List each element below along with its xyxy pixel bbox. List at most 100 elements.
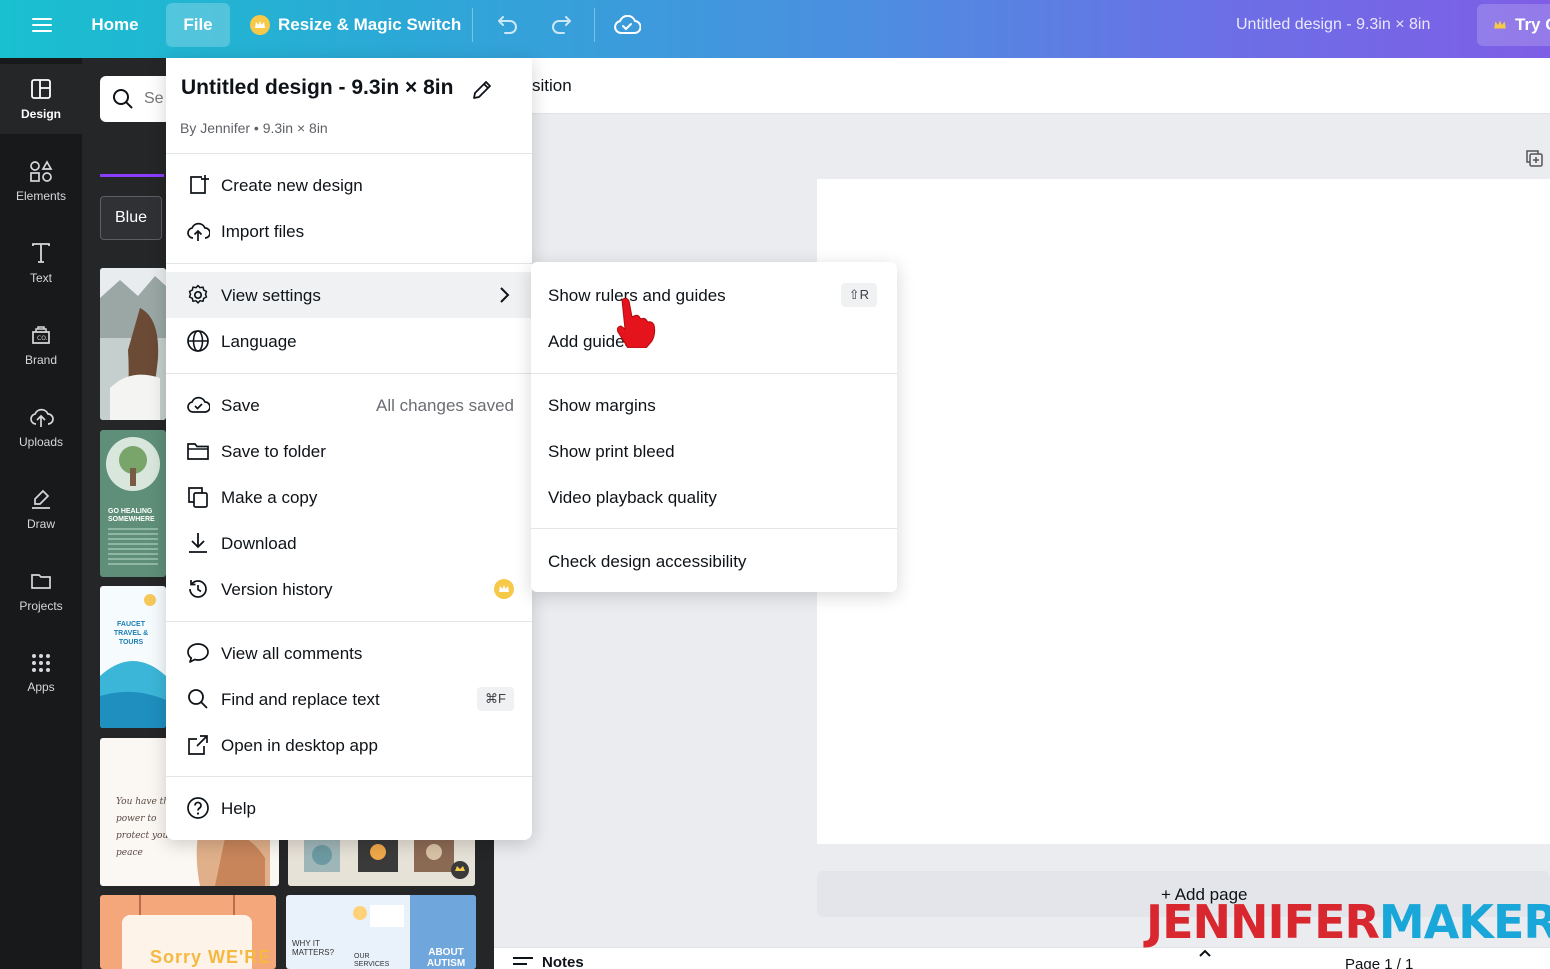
- create-design-icon: [190, 175, 209, 194]
- menu-item-label: View all comments: [221, 644, 363, 663]
- active-tab-indicator: [100, 174, 164, 177]
- menu-item-show-margins[interactable]: Show margins: [531, 382, 897, 428]
- divider: [531, 528, 897, 529]
- search-icon: [113, 89, 133, 109]
- menu-item-check-design-accessibility[interactable]: Check design accessibility: [531, 538, 897, 584]
- cloud-check-icon: [187, 396, 210, 413]
- menu-item-label: Import files: [221, 222, 305, 241]
- rail-brand[interactable]: CO. Brand: [0, 310, 82, 380]
- filter-chip-blue[interactable]: Blue: [100, 196, 162, 240]
- document-title[interactable]: Untitled design - 9.3in × 8in: [1236, 0, 1430, 50]
- menu-item-version-history[interactable]: Version history: [166, 566, 532, 612]
- template-preview-image: [106, 437, 160, 491]
- menu-doc-subtitle: By Jennifer • 9.3in × 8in: [180, 120, 328, 136]
- search-icon: [188, 689, 208, 709]
- home-button[interactable]: Home: [80, 0, 150, 50]
- rail-label: Elements: [15, 189, 67, 203]
- template-heading: ABOUT AUTISM: [426, 947, 466, 969]
- menu-item-label: Show margins: [548, 396, 656, 415]
- menu-item-label: Check design accessibility: [548, 552, 747, 571]
- menu-item-help[interactable]: Help: [166, 785, 532, 831]
- jennifermaker-logo: JENNIFERMAKER: [1146, 898, 1550, 946]
- rail-label: Projects: [19, 599, 63, 613]
- menu-item-save-to-folder[interactable]: Save to folder: [166, 428, 532, 474]
- rail-label: Apps: [27, 680, 55, 694]
- duplicate-page-icon[interactable]: [1524, 148, 1544, 168]
- menu-icon[interactable]: [22, 0, 62, 50]
- rail-draw[interactable]: Draw: [0, 474, 82, 544]
- notes-label: Notes: [542, 954, 584, 969]
- upload-cloud-icon: [30, 408, 54, 427]
- rail-design[interactable]: Design: [0, 64, 82, 134]
- template-thumbnail[interactable]: FAUCET TRAVEL & TOURS: [100, 586, 166, 728]
- rail-label: Text: [29, 271, 52, 285]
- layout-icon: [31, 79, 51, 99]
- menu-item-add-guides[interactable]: Add guides: [531, 318, 897, 364]
- menu-item-view-all-comments[interactable]: View all comments: [166, 630, 532, 676]
- view-settings-submenu: Show rulers and guides ⇧R Add guides Sho…: [531, 262, 897, 592]
- template-thumbnail[interactable]: [100, 268, 166, 420]
- notes-button[interactable]: Notes: [512, 954, 584, 969]
- redo-icon[interactable]: [545, 0, 577, 50]
- menu-item-save[interactable]: Save All changes saved: [166, 382, 532, 428]
- page-counter[interactable]: Page 1 / 1: [1345, 956, 1413, 969]
- copy-icon: [188, 487, 208, 508]
- rail-uploads[interactable]: Uploads: [0, 392, 82, 462]
- menu-item-show-print-bleed[interactable]: Show print bleed: [531, 428, 897, 474]
- resize-magic-switch-button[interactable]: Resize & Magic Switch: [250, 0, 461, 50]
- cloud-saved-icon[interactable]: [610, 0, 644, 50]
- menu-item-label: Make a copy: [221, 488, 318, 507]
- rail-apps[interactable]: Apps: [0, 638, 82, 708]
- template-preview-image: [100, 268, 166, 420]
- menu-item-video-playback-quality[interactable]: Video playback quality: [531, 474, 897, 520]
- menu-item-view-settings[interactable]: View settings: [166, 272, 532, 318]
- rail-text[interactable]: Text: [0, 228, 82, 298]
- context-toolbar: sition: [494, 58, 1550, 114]
- try-label: Try C: [1515, 15, 1550, 34]
- menu-item-download[interactable]: Download: [166, 520, 532, 566]
- pencil-icon[interactable]: [470, 78, 494, 102]
- crown-icon: [1494, 20, 1506, 29]
- template-title: GO HEALING SOMEWHERE: [108, 508, 155, 523]
- menu-item-open-in-desktop-app[interactable]: Open in desktop app: [166, 722, 532, 768]
- template-thumbnail[interactable]: Sorry WE'RE: [100, 895, 276, 969]
- position-button[interactable]: sition: [532, 76, 572, 96]
- divider: [166, 153, 532, 154]
- menu-item-find-and-replace[interactable]: Find and replace text ⌘F: [166, 676, 532, 722]
- file-menu-button[interactable]: File: [166, 3, 230, 47]
- menu-item-language[interactable]: Language: [166, 318, 532, 364]
- chevron-up-icon[interactable]: [1198, 948, 1212, 958]
- undo-icon[interactable]: [492, 0, 524, 50]
- rail-label: Draw: [26, 517, 55, 531]
- try-pro-button[interactable]: Try C: [1477, 4, 1550, 46]
- logo-text-red: JENNIFER: [1146, 895, 1380, 949]
- template-thumbnail[interactable]: GO HEALING SOMEWHERE: [100, 430, 166, 577]
- menu-item-label: Create new design: [221, 176, 363, 195]
- pen-icon: [32, 489, 50, 509]
- rail-elements[interactable]: Elements: [0, 146, 82, 216]
- crown-icon: [494, 579, 514, 599]
- template-text-lines: [108, 528, 158, 566]
- gear-icon: [188, 284, 208, 304]
- menu-item-make-a-copy[interactable]: Make a copy: [166, 474, 532, 520]
- search-placeholder: Se: [144, 90, 164, 107]
- divider: [166, 373, 532, 374]
- apps-grid-icon: [32, 654, 50, 672]
- menu-item-label: Save to folder: [221, 442, 326, 461]
- rail-label: Uploads: [18, 435, 64, 449]
- rail-label: Brand: [24, 353, 58, 367]
- design-page[interactable]: [817, 179, 1550, 844]
- notes-icon: [513, 956, 533, 965]
- brand-icon: CO.: [32, 326, 50, 344]
- menu-item-create-new-design[interactable]: Create new design: [166, 162, 532, 208]
- template-thumbnail[interactable]: WHY IT MATTERS? OUR SERVICES ABOUT AUTIS…: [286, 895, 476, 969]
- template-title: Sorry WE'RE: [150, 947, 272, 967]
- divider: [166, 776, 532, 777]
- menu-item-import-files[interactable]: Import files: [166, 208, 532, 254]
- menu-item-label: Version history: [221, 580, 333, 599]
- menu-item-show-rulers-and-guides[interactable]: Show rulers and guides ⇧R: [531, 272, 897, 318]
- logo-text-blue: MAKER: [1378, 895, 1550, 949]
- rail-projects[interactable]: Projects: [0, 556, 82, 626]
- menu-doc-title[interactable]: Untitled design - 9.3in × 8in: [181, 76, 453, 100]
- menu-item-label: Show print bleed: [548, 442, 675, 461]
